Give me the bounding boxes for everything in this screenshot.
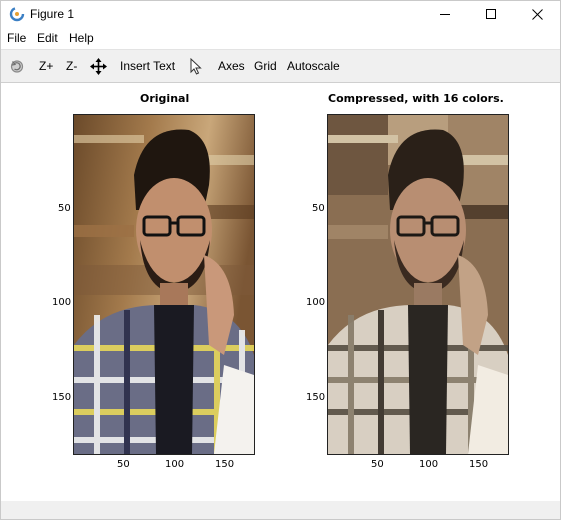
xtick-label: 50	[371, 459, 384, 470]
select-pointer-icon[interactable]	[189, 58, 203, 75]
autoscale-button[interactable]: Autoscale	[287, 59, 340, 73]
octave-logo-icon	[9, 6, 25, 22]
ytick-label: 100	[306, 297, 326, 308]
grid-button[interactable]: Grid	[254, 59, 277, 73]
status-bar	[1, 501, 560, 519]
axes-compressed[interactable]	[327, 114, 509, 455]
maximize-icon	[486, 9, 496, 19]
xtick-label: 100	[165, 459, 185, 470]
ytick-label: 150	[52, 392, 72, 403]
rotate-icon[interactable]	[9, 58, 25, 74]
menu-edit[interactable]: Edit	[37, 31, 58, 45]
xtick-label: 100	[419, 459, 439, 470]
ytick-label: 50	[58, 203, 71, 214]
minimize-button[interactable]	[422, 1, 468, 27]
close-icon	[531, 8, 543, 20]
ytick-label: 100	[52, 297, 72, 308]
xtick-label: 150	[469, 459, 489, 470]
pan-icon[interactable]	[90, 58, 107, 75]
zoom-out-button[interactable]: Z-	[66, 59, 77, 73]
ytick-label: 50	[312, 203, 325, 214]
xtick-label: 50	[117, 459, 130, 470]
ytick-label: 150	[306, 392, 326, 403]
axes-original[interactable]	[73, 114, 255, 455]
menu-bar: File Edit Help	[1, 27, 560, 49]
menu-help[interactable]: Help	[69, 31, 94, 45]
figure-toolbar: Z+ Z- Insert Text Axes Grid Autoscale	[1, 49, 560, 83]
window-title: Figure 1	[30, 7, 75, 21]
figure-window: Figure 1 File Edit Help Z+ Z- Insert Tex…	[0, 0, 561, 520]
xtick-label: 150	[215, 459, 235, 470]
close-button[interactable]	[514, 1, 560, 27]
minimize-icon	[440, 14, 450, 15]
axes-button[interactable]: Axes	[218, 59, 245, 73]
photo-original-image	[74, 115, 254, 454]
title-bar[interactable]: Figure 1	[1, 1, 560, 27]
maximize-button[interactable]	[468, 1, 514, 27]
plot-title-compressed: Compressed, with 16 colors.	[328, 92, 504, 105]
zoom-in-button[interactable]: Z+	[39, 59, 53, 73]
plot-title-original: Original	[140, 92, 190, 105]
plot-canvas[interactable]: Original 50 100 150 50 100 150 Compresse…	[1, 83, 560, 501]
menu-file[interactable]: File	[7, 31, 26, 45]
photo-compressed-image	[328, 115, 508, 454]
insert-text-button[interactable]: Insert Text	[120, 59, 175, 73]
